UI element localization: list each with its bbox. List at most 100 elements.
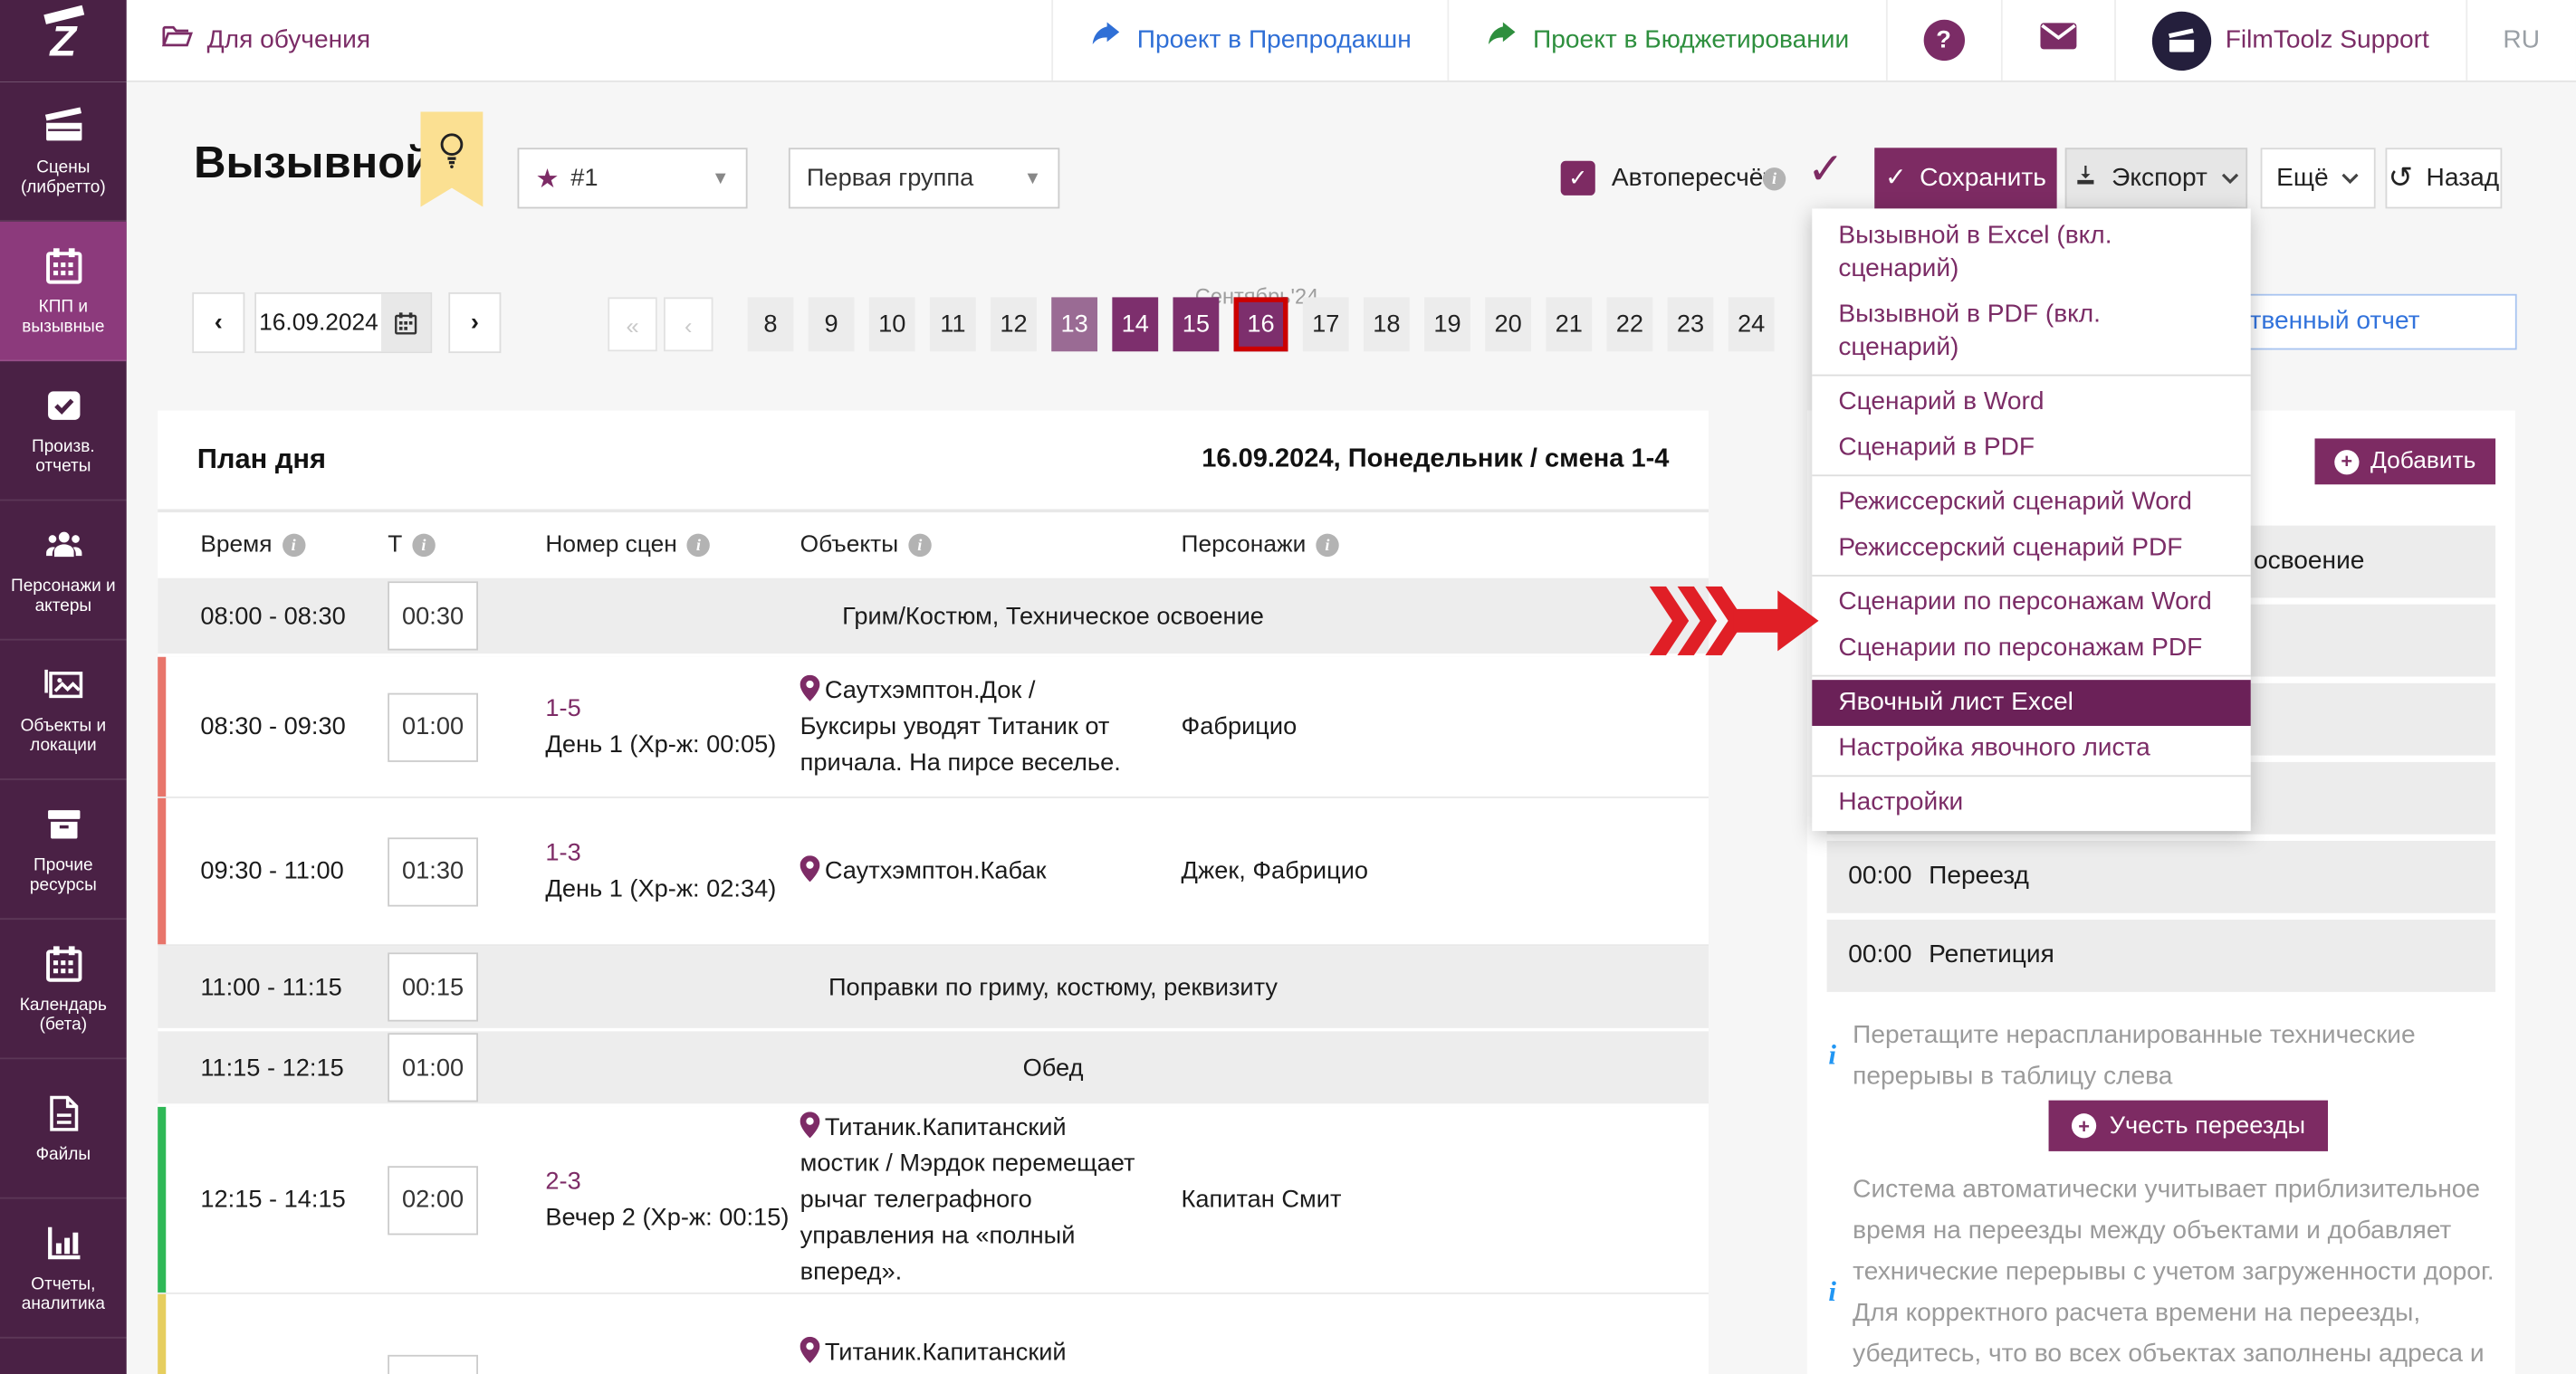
- info-icon[interactable]: i: [282, 534, 304, 557]
- export-menu-item[interactable]: Сценарии по персонажам PDF: [1812, 625, 2250, 672]
- export-menu-item[interactable]: Настройки: [1812, 780, 2250, 826]
- autorecalc-checkbox[interactable]: ✓: [1561, 161, 1595, 196]
- share-arrow-icon: [1089, 20, 1122, 61]
- export-menu-item[interactable]: Вызывной в Excel (вкл. сценарий): [1812, 214, 2250, 292]
- export-button[interactable]: Экспорт: [2065, 148, 2247, 208]
- date-input[interactable]: 16.09.2024: [254, 292, 432, 353]
- add-button[interactable]: + Добавить: [2314, 438, 2495, 484]
- menu-separator: [1812, 375, 2250, 377]
- export-menu-item[interactable]: Сценарий в PDF: [1812, 425, 2250, 472]
- info-icon[interactable]: i: [1763, 167, 1786, 190]
- sidebar-item-9[interactable]: [0, 1339, 127, 1374]
- user-account[interactable]: FilmToolz Support: [2113, 0, 2465, 81]
- sidebar-item-0[interactable]: Сцены (либретто): [0, 82, 127, 222]
- logo-z-icon: Z: [50, 15, 76, 66]
- callsheet-select[interactable]: ★ #1 ▼: [518, 148, 748, 208]
- duration-input[interactable]: 02:00: [388, 1165, 478, 1234]
- calendar-day[interactable]: 23: [1668, 297, 1714, 351]
- location-pin-icon: [800, 1112, 825, 1140]
- info-icon[interactable]: i: [1316, 534, 1338, 557]
- duration-input[interactable]: 01:00: [388, 692, 478, 761]
- export-menu-item[interactable]: Вызывной в PDF (вкл. сценарий): [1812, 292, 2250, 371]
- scene-number-link[interactable]: 1-3: [545, 835, 800, 872]
- messages-button[interactable]: [2000, 0, 2113, 81]
- info-icon[interactable]: i: [412, 534, 435, 557]
- export-menu-item[interactable]: Явочный лист Excel: [1812, 680, 2250, 726]
- sidebar-item-5[interactable]: Прочие ресурсы: [0, 780, 127, 920]
- duration-input[interactable]: 00:15: [388, 952, 478, 1021]
- export-menu-item[interactable]: Настройка явочного листа: [1812, 726, 2250, 772]
- sidebar-item-label: Объекты и локации: [0, 715, 127, 756]
- calendar-day[interactable]: 20: [1485, 297, 1531, 351]
- date-value: 16.09.2024: [256, 310, 381, 336]
- plus-icon: +: [2334, 449, 2359, 473]
- day-plan-title: План дня: [197, 444, 326, 476]
- bookmark-hint[interactable]: [420, 111, 483, 206]
- sidebar-item-1[interactable]: КПП и вызывные: [0, 222, 127, 361]
- column-scenes: Номер сцен: [545, 527, 676, 563]
- calendar-day[interactable]: 19: [1424, 297, 1470, 351]
- info-icon[interactable]: i: [687, 534, 710, 557]
- sidebar-item-7[interactable]: Файлы: [0, 1059, 127, 1198]
- export-menu-item[interactable]: Сценарий в Word: [1812, 379, 2250, 425]
- calendar-day[interactable]: 8: [748, 297, 794, 351]
- plan-row: 09:30 - 11:0001:301-3День 1 (Хр-ж: 02:34…: [158, 798, 1709, 946]
- row-time: 12:15 - 14:15: [158, 1186, 388, 1214]
- sidebar-item-3[interactable]: Персонажи и актеры: [0, 501, 127, 640]
- calendar-day[interactable]: 22: [1606, 297, 1652, 351]
- tech-break-row[interactable]: 00:00Переезд: [1827, 841, 2495, 913]
- plan-row: 12:15 - 14:1502:002-3Вечер 2 (Хр-ж: 00:1…: [158, 1107, 1709, 1294]
- scene-number-link[interactable]: 2-3: [545, 1164, 800, 1200]
- calendar-day[interactable]: 13: [1051, 297, 1097, 351]
- next-day-button[interactable]: ›: [448, 292, 501, 353]
- calendar-day[interactable]: 18: [1364, 297, 1410, 351]
- calendar-day[interactable]: 12: [991, 297, 1037, 351]
- duration-input[interactable]: [388, 1354, 478, 1374]
- calendar-first-button[interactable]: «: [608, 297, 656, 351]
- day-plan-panel: План дня 16.09.2024, Понедельник / смена…: [158, 411, 1709, 1374]
- calendar-day[interactable]: 24: [1729, 297, 1775, 351]
- calendar-day[interactable]: 16: [1234, 297, 1288, 351]
- calendar-day[interactable]: 11: [930, 297, 976, 351]
- sidebar-item-8[interactable]: Отчеты, аналитика: [0, 1199, 127, 1339]
- more-button[interactable]: Ещё: [2261, 148, 2376, 208]
- account-transfers-button[interactable]: + Учесть переезды: [2049, 1101, 2329, 1151]
- duration-input[interactable]: 00:30: [388, 581, 478, 650]
- scene-number-link[interactable]: 1-5: [545, 691, 800, 727]
- location-pin-icon: [800, 856, 825, 884]
- scene-number-link[interactable]: 5-7: [545, 1370, 800, 1374]
- info-icon[interactable]: i: [908, 534, 931, 557]
- people-icon: [42, 523, 84, 566]
- calendar-day[interactable]: 10: [869, 297, 915, 351]
- link-preproduction[interactable]: Проект в Препродакшн: [1051, 0, 1447, 81]
- duration-input[interactable]: 01:30: [388, 836, 478, 905]
- export-menu-item[interactable]: Режиссерский сценарий Word: [1812, 480, 2250, 526]
- calendar-day[interactable]: 15: [1173, 297, 1219, 351]
- project-switcher[interactable]: Для обучения: [127, 0, 370, 81]
- calendar-day[interactable]: 17: [1303, 297, 1349, 351]
- language-switch[interactable]: RU: [2466, 0, 2576, 81]
- sidebar-item-6[interactable]: Календарь (бета): [0, 920, 127, 1059]
- save-button[interactable]: ✓Сохранить: [1874, 148, 2056, 208]
- sidebar-item-4[interactable]: Объекты и локации: [0, 641, 127, 780]
- export-menu-item[interactable]: Сценарии по персонажам Word: [1812, 579, 2250, 625]
- project-name: Для обучения: [207, 25, 370, 55]
- apply-check-icon[interactable]: ✓: [1807, 145, 1844, 196]
- calendar-day[interactable]: 14: [1112, 297, 1158, 351]
- app-logo[interactable]: Z: [0, 0, 127, 82]
- tech-break-row[interactable]: 00:00Репетиция: [1827, 920, 2495, 992]
- calendar-picker-button[interactable]: [381, 294, 430, 352]
- calendar-prev-button[interactable]: ‹: [664, 297, 713, 351]
- sidebar-item-2[interactable]: Произв. отчеты: [0, 361, 127, 501]
- export-menu-item[interactable]: Режиссерский сценарий PDF: [1812, 526, 2250, 572]
- back-button[interactable]: ↺ Назад: [2386, 148, 2503, 208]
- help-button[interactable]: ?: [1885, 0, 2000, 81]
- calendar-day[interactable]: 21: [1546, 297, 1592, 351]
- calendar-day[interactable]: 9: [809, 297, 855, 351]
- group-select[interactable]: Первая группа ▼: [789, 148, 1059, 208]
- location-pin-icon: [800, 676, 825, 704]
- link-budgeting[interactable]: Проект в Бюджетировании: [1448, 0, 1885, 81]
- row-stripe-red: [158, 798, 166, 944]
- duration-input[interactable]: 01:00: [388, 1033, 478, 1102]
- prev-day-button[interactable]: ‹: [192, 292, 244, 353]
